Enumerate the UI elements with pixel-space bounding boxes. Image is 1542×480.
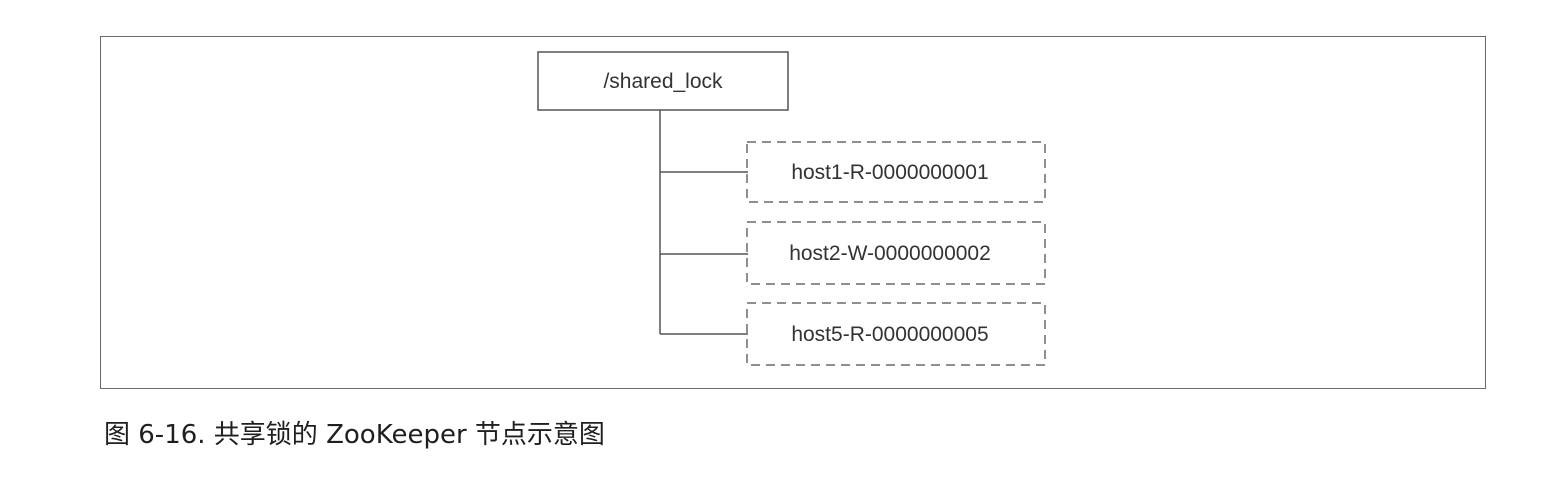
child-node-1: host1-R-0000000001 [660, 141, 1046, 203]
root-node: /shared_lock [537, 51, 789, 111]
child-node-2-label: host2-W-0000000002 [789, 242, 991, 265]
tree-diagram: /shared_lock host1-R-0000000001 host2-W-… [537, 51, 1046, 366]
child-node-3-label: host5-R-0000000005 [791, 323, 988, 346]
child-node-3: host5-R-0000000005 [660, 302, 1046, 366]
child-node-2: host2-W-0000000002 [660, 221, 1046, 285]
figure-caption: 图 6-16. 共享锁的 ZooKeeper 节点示意图 [104, 420, 605, 450]
root-node-label: /shared_lock [603, 70, 723, 93]
child-node-1-label: host1-R-0000000001 [791, 161, 988, 184]
